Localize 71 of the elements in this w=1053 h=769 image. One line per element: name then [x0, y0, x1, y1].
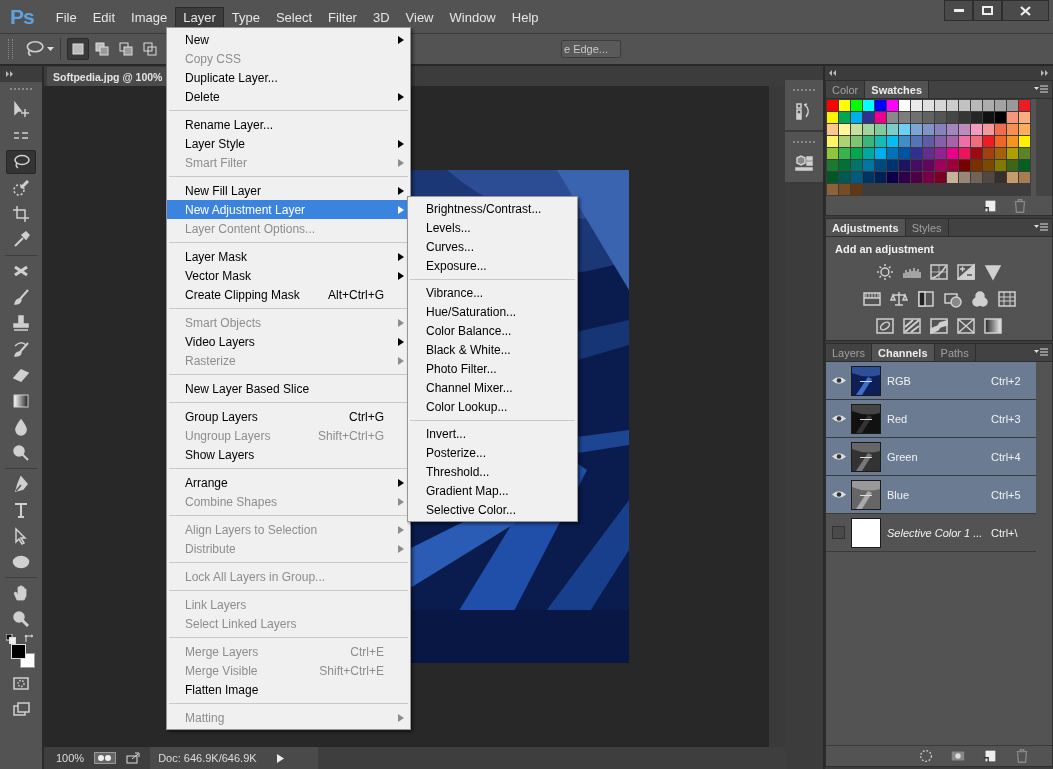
shortcut-label: Shift+Ctrl+E	[319, 663, 384, 678]
panel-tab[interactable]: Channels	[872, 344, 935, 361]
menu-item[interactable]: Delete	[167, 87, 410, 106]
panel-tab[interactable]: Adjustments	[826, 219, 906, 236]
menu-item[interactable]: Show Layers	[167, 445, 410, 464]
menu-item[interactable]: Vibrance...	[408, 283, 577, 302]
menu-item[interactable]: New Fill Layer	[167, 181, 410, 200]
menu-item[interactable]: New Adjustment Layer	[167, 200, 410, 219]
menu-item[interactable]: Video Layers	[167, 332, 410, 351]
menu-item[interactable]: Color Lookup...	[408, 397, 577, 416]
channel-row[interactable]: Green Ctrl+4	[826, 438, 1036, 476]
menu-bar-item[interactable]: 3D	[364, 7, 398, 28]
document-tab[interactable]: Softpedia.jpg @ 100%	[47, 67, 169, 86]
menu-item[interactable]: Curves...	[408, 237, 577, 256]
shortcut-label: Ctrl+E	[350, 644, 384, 659]
menu-item[interactable]: Threshold...	[408, 462, 577, 481]
menu-item[interactable]: Create Clipping Mask Alt+Ctrl+G	[167, 285, 410, 304]
menu-item[interactable]: Hue/Saturation...	[408, 302, 577, 321]
menu-bar-item[interactable]: Window	[441, 7, 504, 28]
channel-shortcut: Ctrl+3	[991, 412, 1021, 425]
menu-item[interactable]: Gradient Map...	[408, 481, 577, 500]
menu-item[interactable]: Posterize...	[408, 443, 577, 462]
menu-item[interactable]: Rename Layer...	[167, 115, 410, 134]
channel-name: RGB	[887, 374, 912, 387]
shortcut-label: Shift+Ctrl+G	[317, 428, 384, 443]
menu-item[interactable]: Color Balance...	[408, 321, 577, 340]
menu-bar-item[interactable]: Edit	[84, 7, 124, 28]
channel-row[interactable]: Blue Ctrl+5	[826, 476, 1036, 514]
channel-shortcut: Ctrl+5	[991, 488, 1021, 501]
shortcut-label: Ctrl+G	[349, 409, 384, 424]
menu-item[interactable]: Channel Mixer...	[408, 378, 577, 397]
menu-bar-item[interactable]: Select	[267, 7, 321, 28]
channel-shortcut: Ctrl+2	[991, 374, 1021, 387]
menu-item[interactable]: Duplicate Layer...	[167, 68, 410, 87]
menu-bar-item[interactable]: Image	[123, 7, 176, 28]
menu-item[interactable]: Selective Color...	[408, 500, 577, 519]
channel-shortcut: Ctrl+\	[991, 526, 1018, 539]
refine-edge-button[interactable]: e Edge...	[560, 40, 621, 58]
menu-bar-item[interactable]: Filter	[320, 7, 365, 28]
channel-name: Green	[887, 450, 919, 463]
menu-item[interactable]: Flatten Image	[167, 680, 410, 699]
menu-item[interactable]: Layer Mask	[167, 247, 410, 266]
menu-bar-item[interactable]: View	[397, 7, 442, 28]
menu-item[interactable]: Vector Mask	[167, 266, 410, 285]
channel-row[interactable]: RGB Ctrl+2	[826, 362, 1036, 400]
menu-bar-item[interactable]: Layer	[175, 7, 224, 28]
menu-item[interactable]: New	[167, 30, 410, 49]
menu-item[interactable]: Layer Style	[167, 134, 410, 153]
channel-shortcut: Ctrl+4	[991, 450, 1021, 463]
menu-bar-item[interactable]: File	[47, 7, 85, 28]
menu-item[interactable]: Group Layers Ctrl+G	[167, 407, 410, 426]
menu-item[interactable]: Brightness/Contrast...	[408, 199, 577, 218]
shortcut-label: Alt+Ctrl+G	[328, 287, 384, 302]
panel-heading: Add an adjustment	[834, 242, 935, 257]
menu-item[interactable]: Photo Filter...	[408, 359, 577, 378]
channel-name: Red	[887, 412, 909, 425]
menu-item[interactable]: Black & White...	[408, 340, 577, 359]
zoom-level[interactable]: 100%	[56, 752, 85, 764]
menu-item[interactable]: Levels...	[408, 218, 577, 237]
app-logo: Ps	[10, 5, 34, 29]
channel-name: Selective Color 1 ...	[887, 526, 984, 539]
menu-item[interactable]: New Layer Based Slice	[167, 379, 410, 398]
menu-bar-item[interactable]: Type	[223, 7, 268, 28]
menu-bar-item[interactable]: Help	[503, 7, 547, 28]
document-size: Doc: 646.9K/646.9K	[158, 752, 257, 764]
menu-item[interactable]: Invert...	[408, 424, 577, 443]
menu-item[interactable]: Arrange	[167, 473, 410, 492]
menu-item[interactable]: Exposure...	[408, 256, 577, 275]
panel-tab[interactable]: Swatches	[865, 81, 930, 98]
channel-name: Blue	[887, 488, 911, 501]
channel-row[interactable]: Red Ctrl+3	[826, 400, 1036, 438]
